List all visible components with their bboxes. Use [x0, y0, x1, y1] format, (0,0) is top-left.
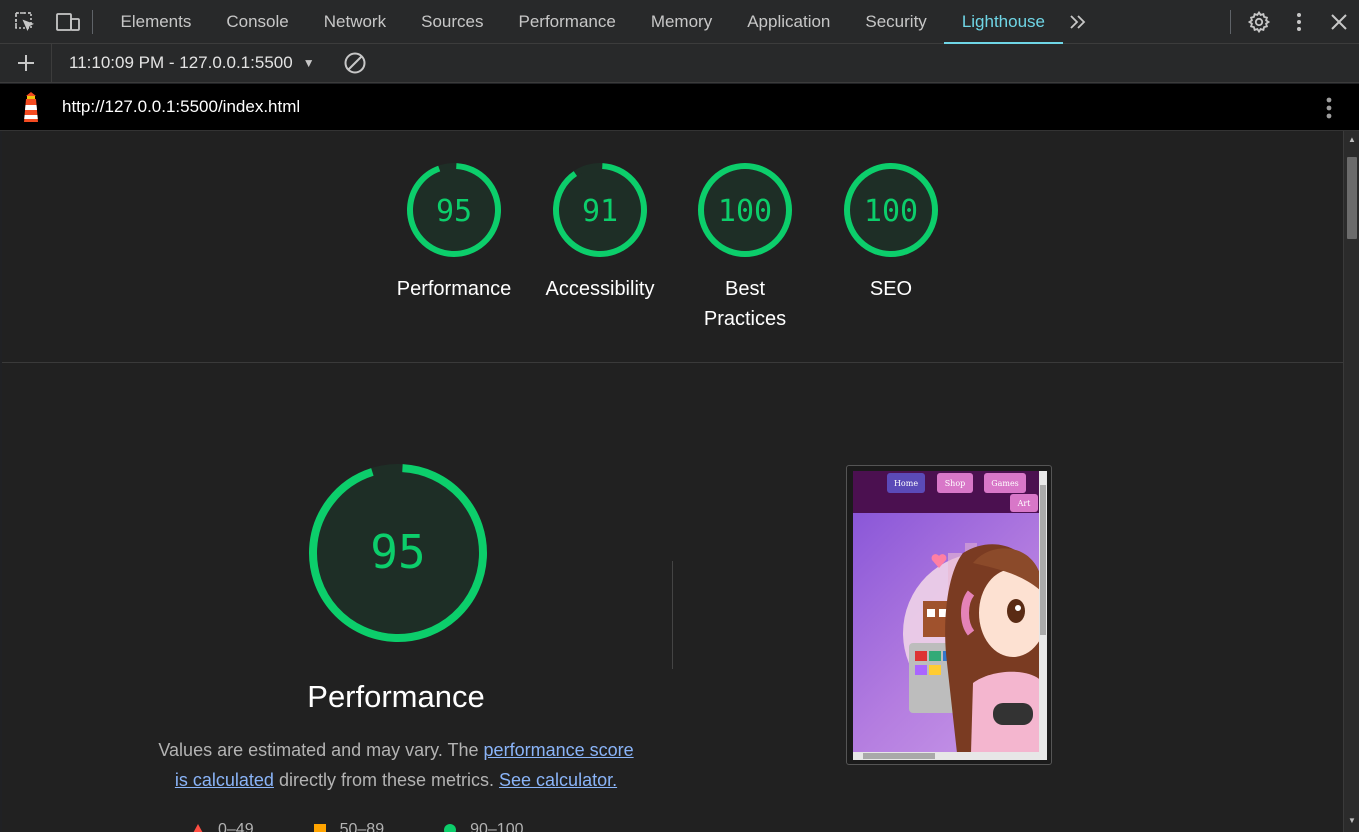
- performance-gauge-large: 95: [305, 460, 491, 651]
- scores-summary: 95 Performance 91 Accessibility 100 Best…: [2, 131, 1343, 363]
- toolbar-divider: [92, 9, 93, 34]
- gear-icon[interactable]: [1239, 0, 1279, 44]
- site-nav-games: Games: [984, 473, 1026, 493]
- toolbar-divider: [1230, 10, 1231, 34]
- scroll-thumb: [1040, 485, 1046, 635]
- section-divider: [672, 561, 673, 669]
- triangle-icon: [193, 824, 203, 832]
- calculator-link[interactable]: See calculator.: [499, 770, 617, 790]
- description-text: directly from these metrics.: [273, 770, 500, 790]
- tab-lighthouse[interactable]: Lighthouse: [944, 0, 1063, 44]
- hero-artwork: [903, 543, 1039, 752]
- report-selector[interactable]: 11:10:09 PM - 127.0.0.1:5500 ▼: [52, 53, 315, 73]
- legend-item-average: 50–89: [313, 821, 385, 832]
- gauge-label: Accessibility: [545, 278, 655, 300]
- thumbnail-horizontal-scrollbar: [853, 752, 1047, 760]
- screenshot-frame: Home Shop Games Art: [853, 471, 1047, 760]
- description-text: Values are estimated and may vary. The: [158, 740, 484, 760]
- hero-illustration: [853, 513, 1039, 752]
- site-nav-home: Home: [887, 473, 925, 493]
- gauge-accessibility[interactable]: 91 Accessibility: [525, 160, 675, 304]
- scroll-up-icon[interactable]: ▲: [1347, 135, 1357, 145]
- gauge-best-practices[interactable]: 100 Best Practices: [670, 160, 820, 334]
- chevron-double-right-icon[interactable]: [1063, 14, 1093, 30]
- legend-item-pass: 90–100: [444, 821, 523, 832]
- score-gauge: 95: [407, 163, 501, 257]
- gauge-score: 100: [718, 194, 772, 229]
- square-icon: [313, 824, 326, 832]
- gauge-label: SEO: [869, 278, 913, 300]
- score-scale-legend: 0–49 50–89 90–100: [192, 821, 523, 832]
- final-screenshot-thumbnail[interactable]: Home Shop Games Art: [846, 465, 1052, 765]
- device-toolbar-icon[interactable]: [50, 0, 86, 44]
- scroll-thumb[interactable]: [1347, 157, 1357, 239]
- tab-application[interactable]: Application: [730, 0, 848, 44]
- score-gauge: 100: [698, 163, 792, 257]
- score-gauge: 91: [553, 163, 647, 257]
- tab-sources[interactable]: Sources: [404, 0, 501, 44]
- gauge-performance[interactable]: 95 Performance: [379, 160, 529, 304]
- report-url: http://127.0.0.1:5500/index.html: [62, 97, 301, 116]
- devtools-tab-bar: Elements Console Network Sources Perform…: [0, 0, 1359, 44]
- caret-down-icon: ▼: [302, 56, 315, 70]
- tab-console[interactable]: Console: [209, 0, 306, 44]
- legend-range: 50–89: [339, 821, 385, 832]
- gauge-label: Best Practices: [703, 278, 787, 330]
- circle-icon: [444, 824, 457, 832]
- gauge-score: 100: [864, 194, 918, 229]
- inspect-element-icon[interactable]: [0, 0, 50, 44]
- kebab-menu-icon[interactable]: [1319, 94, 1339, 122]
- panel-tabs: Elements Console Network Sources Perform…: [103, 0, 1063, 44]
- scroll-down-icon[interactable]: ▼: [1347, 816, 1357, 826]
- report-url-bar: http://127.0.0.1:5500/index.html: [0, 84, 1359, 131]
- legend-range: 90–100: [470, 821, 524, 832]
- report-toolbar: 11:10:09 PM - 127.0.0.1:5500 ▼: [0, 43, 1359, 83]
- plus-icon[interactable]: [0, 43, 52, 83]
- legend-range: 0–49: [218, 821, 254, 832]
- score-gauge-large: 95: [309, 464, 487, 642]
- devtools-window-controls: [1230, 0, 1359, 44]
- gauge-seo[interactable]: 100 SEO: [816, 160, 966, 304]
- report-content: 95 Performance 91 Accessibility 100 Best…: [2, 131, 1343, 832]
- tab-elements[interactable]: Elements: [103, 0, 209, 44]
- tab-network[interactable]: Network: [306, 0, 403, 44]
- performance-score: 95: [370, 525, 425, 579]
- close-icon[interactable]: [1319, 0, 1359, 44]
- lighthouse-logo-icon: [0, 84, 62, 131]
- score-gauge: 100: [844, 163, 938, 257]
- site-nav-art: Art: [1010, 494, 1038, 512]
- performance-title: Performance: [307, 679, 485, 714]
- scroll-thumb: [863, 753, 935, 759]
- legend-item-fail: 0–49: [192, 821, 254, 832]
- site-nav-bar: Home Shop Games Art: [853, 471, 1039, 513]
- site-nav-shop: Shop: [937, 473, 973, 493]
- gauge-score: 95: [436, 194, 472, 229]
- kebab-menu-icon[interactable]: [1279, 0, 1319, 44]
- tab-security[interactable]: Security: [848, 0, 944, 44]
- report-scrollbar[interactable]: ▲ ▼: [1343, 131, 1359, 832]
- gauge-label: Performance: [396, 278, 512, 300]
- tab-memory[interactable]: Memory: [633, 0, 729, 44]
- gauge-score: 91: [582, 194, 618, 229]
- report-selector-label: 11:10:09 PM - 127.0.0.1:5500: [69, 53, 293, 72]
- clear-icon[interactable]: [343, 51, 367, 75]
- thumbnail-vertical-scrollbar: [1039, 471, 1047, 752]
- tab-performance[interactable]: Performance: [501, 0, 633, 44]
- performance-description: Values are estimated and may vary. The p…: [152, 735, 640, 795]
